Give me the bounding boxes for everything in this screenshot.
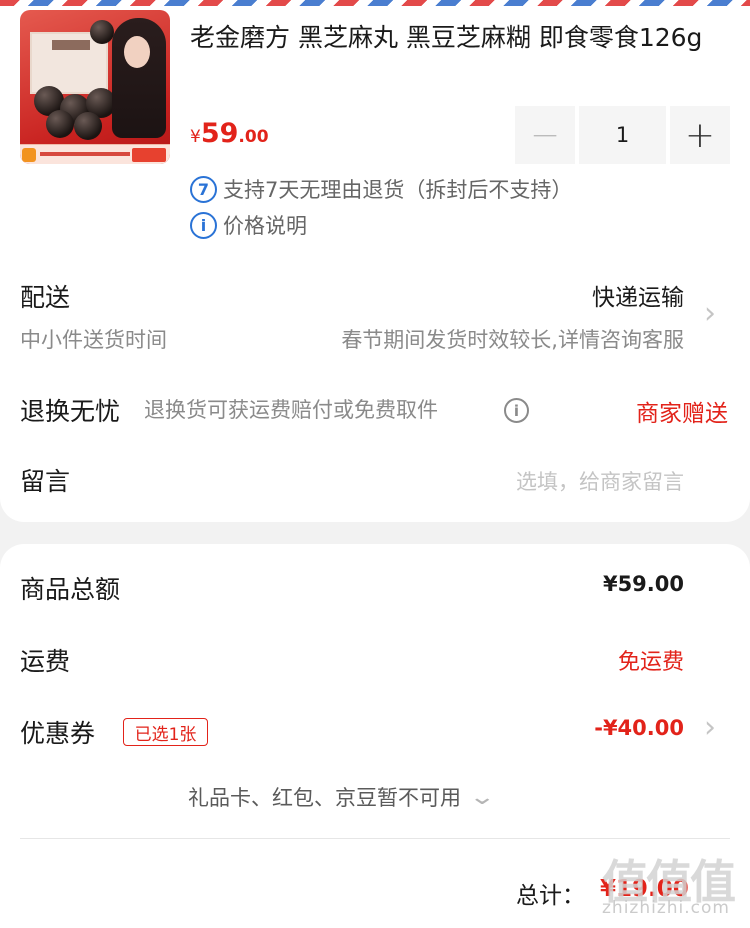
return-worry-free-value: 商家赠送 [636, 401, 728, 427]
product-price: ¥59.00 [190, 118, 269, 149]
delivery-time-label: 中小件送货时间 [20, 328, 167, 352]
product-thumbnail[interactable] [20, 10, 170, 164]
summary-divider [20, 838, 730, 839]
site-watermark: 值值值 zhizhizhi.com [598, 846, 744, 922]
quantity-input[interactable]: 1 [579, 106, 666, 164]
unavailable-payment-note: 礼品卡、红包、京豆暂不可用 [188, 786, 461, 810]
delivery-time-note: 春节期间发货时效较长,详情咨询客服 [341, 328, 684, 352]
info-icon: i [190, 211, 217, 239]
watermark-url: zhizhizhi.com [602, 898, 730, 918]
product-title: 老金磨方 黑芝麻丸 黑豆芝麻糊 即食零食126g [190, 23, 703, 52]
return-policy-note: 7 支持7天无理由退货（拆封后不支持） [190, 174, 572, 204]
seven-day-return-icon: 7 [190, 175, 217, 203]
delivery-method[interactable]: 快递运输 [592, 278, 684, 312]
coupon-chevron-right-icon[interactable]: › [704, 710, 716, 745]
coupon-selected-badge: 已选1张 [123, 718, 208, 746]
coupon-discount-value[interactable]: -¥40.00 [594, 716, 684, 740]
delivery-label: 配送 [20, 283, 71, 312]
price-info-link[interactable]: i 价格说明 [190, 210, 307, 240]
shipping-value: 免运费 [617, 650, 684, 675]
chevron-down-icon: ⌄ [468, 784, 497, 810]
unavailable-payment-toggle[interactable]: 礼品卡、红包、京豆暂不可用 ⌄ [188, 782, 496, 812]
increase-quantity-button[interactable]: + [670, 106, 730, 164]
goods-total-value: ¥59.00 [602, 572, 684, 596]
order-product-card: 老金磨方 黑芝麻丸 黑豆芝麻糊 即食零食126g ¥59.00 − 1 + 7 … [0, 6, 750, 522]
return-info-icon[interactable]: i [504, 398, 529, 423]
total-label: 总计： [516, 883, 585, 909]
coupon-label: 优惠券 [20, 719, 96, 748]
quantity-stepper: − 1 + [515, 106, 730, 164]
promo-strip [20, 144, 170, 164]
return-worry-free-label: 退换无忧 [20, 397, 121, 426]
delivery-chevron-right-icon[interactable]: › [704, 296, 716, 331]
goods-total-label: 商品总额 [20, 575, 121, 604]
message-input[interactable]: 选填，给商家留言 [516, 466, 684, 496]
message-label: 留言 [20, 467, 71, 496]
return-worry-free-desc: 退换货可获运费赔付或免费取件 [144, 398, 438, 422]
shipping-label: 运费 [20, 647, 71, 676]
decrease-quantity-button[interactable]: − [515, 106, 575, 164]
